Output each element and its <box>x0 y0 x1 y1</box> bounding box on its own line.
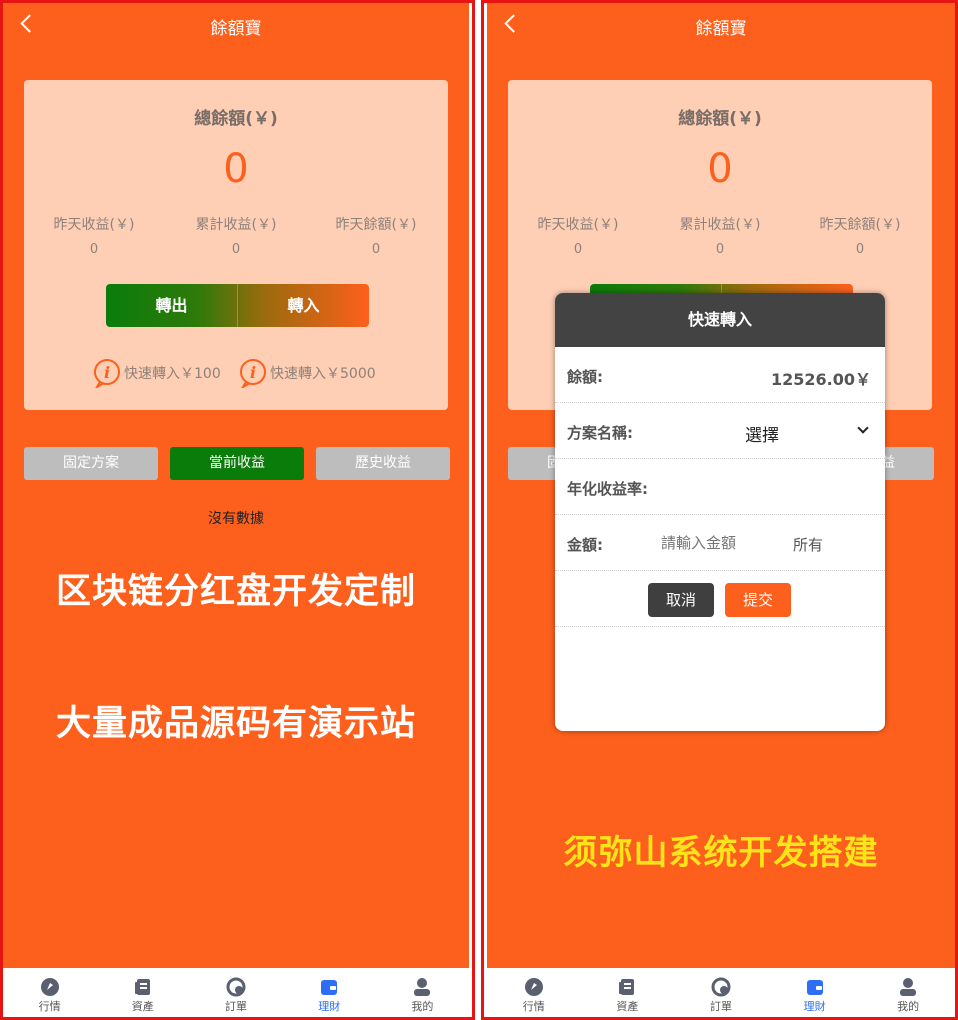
assets-icon <box>617 977 637 997</box>
top-bar: 餘額寶 <box>3 3 469 47</box>
button-row: 取消 提交 <box>555 571 885 627</box>
nav-item-market[interactable]: 行情 <box>3 968 96 1017</box>
balance-label: 餘額: <box>567 368 603 386</box>
promo-text-1: 区块链分红盘开发定制 <box>55 572 416 612</box>
total-balance-label: 總餘額(￥) <box>678 109 762 129</box>
stat-value: 0 <box>89 242 99 257</box>
stat-yesterday-balance: 昨天餘額(￥) 0 <box>790 214 930 257</box>
quick-transfer-100[interactable]: i 快速轉入￥100 <box>92 358 221 390</box>
nav-item-profile[interactable]: 我的 <box>861 968 955 1017</box>
plan-label: 方案名稱: <box>567 424 633 442</box>
transfer-in-button[interactable]: 轉入 <box>238 284 369 327</box>
amount-label: 金額: <box>567 536 603 554</box>
transfer-segment: 轉出 轉入 <box>106 284 369 327</box>
page-title: 餘額寶 <box>210 19 262 39</box>
promo-text-2: 大量成品源码有演示站 <box>55 704 416 744</box>
nav-item-profile[interactable]: 我的 <box>376 968 469 1017</box>
nav-item-finance[interactable]: 理財 <box>768 968 862 1017</box>
page-title: 餘額寶 <box>695 19 747 39</box>
stat-yesterday-balance: 昨天餘額(￥) 0 <box>306 214 446 257</box>
nav-label: 理財 <box>318 1000 341 1013</box>
empty-state-text: 沒有數據 <box>208 511 264 527</box>
stat-yesterday-income: 昨天收益(￥) 0 <box>24 214 164 257</box>
nav-item-orders[interactable]: 訂單 <box>674 968 768 1017</box>
stat-yesterday-income: 昨天收益(￥) 0 <box>508 214 648 257</box>
quick-transfer-label: 快速轉入￥100 <box>124 366 221 382</box>
plan-select[interactable]: 選擇 <box>745 421 779 446</box>
market-icon <box>524 977 544 997</box>
bottom-nav: 行情 資產 訂單 理財 我的 <box>487 968 955 1017</box>
stat-value: 0 <box>855 242 865 257</box>
nav-item-assets[interactable]: 資產 <box>581 968 675 1017</box>
stat-label: 昨天餘額(￥) <box>335 217 417 233</box>
tab-history-income[interactable]: 歷史收益 <box>316 447 450 480</box>
info-icon: i <box>92 358 122 390</box>
nav-label: 資產 <box>616 1000 639 1013</box>
total-balance-amount: 0 <box>223 146 249 192</box>
nav-item-market[interactable]: 行情 <box>487 968 581 1017</box>
quick-transfer-5000[interactable]: i 快速轉入￥5000 <box>238 358 376 390</box>
nav-label: 資產 <box>131 1000 154 1013</box>
stat-value: 0 <box>573 242 583 257</box>
promo-text-3: 须弥山系统开发搭建 <box>563 833 879 873</box>
wallet-icon <box>805 977 825 997</box>
tab-fixed-plan[interactable]: 固定方案 <box>24 447 158 480</box>
rate-row: 年化收益率: <box>555 459 885 515</box>
bottom-nav: 行情 資產 訂單 理財 我的 <box>3 968 469 1017</box>
dialog-title: 快速轉入 <box>555 293 885 347</box>
stat-label: 昨天收益(￥) <box>53 217 135 233</box>
amount-input[interactable] <box>661 534 771 552</box>
stat-label: 累計收益(￥) <box>195 217 277 233</box>
nav-label: 理財 <box>803 1000 826 1013</box>
nav-item-orders[interactable]: 訂單 <box>189 968 282 1017</box>
nav-label: 訂單 <box>225 1000 247 1013</box>
svg-text:i: i <box>104 363 110 382</box>
stat-label: 昨天收益(￥) <box>537 217 619 233</box>
submit-button[interactable]: 提交 <box>725 583 791 617</box>
nav-label: 行情 <box>38 1000 61 1013</box>
stat-value: 0 <box>371 242 381 257</box>
nav-label: 我的 <box>411 1000 434 1013</box>
stat-total-income: 累計收益(￥) 0 <box>166 214 306 257</box>
orders-icon <box>226 977 246 997</box>
rate-label: 年化收益率: <box>567 480 648 498</box>
balance-card: 總餘額(￥) 0 昨天收益(￥) 0 累計收益(￥) 0 昨天餘額(￥) 0 轉… <box>24 80 448 410</box>
left-screen: 餘額寶 總餘額(￥) 0 昨天收益(￥) 0 累計收益(￥) 0 昨天餘額(￥)… <box>3 3 469 1017</box>
nav-label: 行情 <box>522 1000 545 1013</box>
stat-value: 0 <box>231 242 241 257</box>
stat-total-income: 累計收益(￥) 0 <box>650 214 790 257</box>
balance-row: 餘額: 12526.00￥ <box>555 347 885 403</box>
quick-transfer-label: 快速轉入￥5000 <box>270 366 376 382</box>
tab-current-income[interactable]: 當前收益 <box>170 447 304 480</box>
transfer-out-button[interactable]: 轉出 <box>106 284 237 327</box>
total-balance-label: 總餘額(￥) <box>194 109 278 129</box>
screen-divider <box>472 0 484 1020</box>
svg-text:i: i <box>250 363 256 382</box>
user-icon <box>898 977 918 997</box>
stat-value: 0 <box>715 242 725 257</box>
stat-label: 昨天餘額(￥) <box>819 217 901 233</box>
nav-label: 我的 <box>897 1000 920 1013</box>
top-bar: 餘額寶 <box>487 3 955 47</box>
total-balance-amount: 0 <box>707 146 733 192</box>
income-tabs: 固定方案 當前收益 歷史收益 <box>24 447 450 480</box>
balance-value: 12526.00￥ <box>770 370 871 389</box>
plan-row: 方案名稱: 選擇 <box>555 403 885 459</box>
info-icon: i <box>238 358 268 390</box>
chevron-down-icon[interactable] <box>857 422 869 434</box>
nav-label: 訂單 <box>709 1000 732 1013</box>
wallet-icon <box>319 977 339 997</box>
assets-icon <box>133 977 153 997</box>
right-screen: 餘額寶 總餘額(￥) 0 昨天收益(￥) 0 累計收益(￥) 0 昨天餘額(￥)… <box>487 3 955 1017</box>
stat-label: 累計收益(￥) <box>679 217 761 233</box>
quick-transfer-dialog: 快速轉入 餘額: 12526.00￥ 方案名稱: 選擇 年化收益率: 金額: 所… <box>555 293 885 731</box>
amount-row: 金額: 所有 <box>555 515 885 571</box>
cancel-button[interactable]: 取消 <box>648 583 714 617</box>
market-icon <box>40 977 60 997</box>
user-icon <box>412 977 432 997</box>
nav-item-finance[interactable]: 理財 <box>283 968 376 1017</box>
all-amount-link[interactable]: 所有 <box>793 534 823 555</box>
orders-icon <box>711 977 731 997</box>
nav-item-assets[interactable]: 資產 <box>96 968 189 1017</box>
